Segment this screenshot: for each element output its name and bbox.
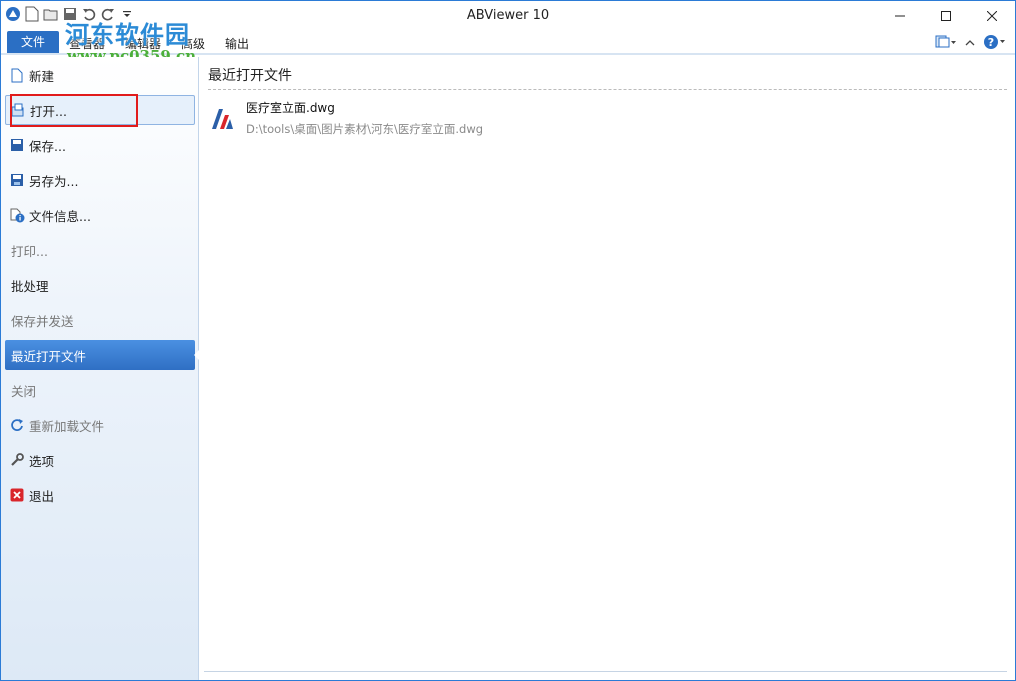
menu-open-label: 打开... xyxy=(30,103,67,119)
collapse-ribbon-icon[interactable] xyxy=(965,37,975,51)
redo-icon[interactable] xyxy=(100,6,116,22)
undo-icon[interactable] xyxy=(81,6,97,22)
open-folder-icon xyxy=(10,102,26,118)
menu-save-as-label: 另存为... xyxy=(29,173,79,189)
recent-files-pane: 最近打开文件 医疗室立面.dwg D:\tools\桌面\图片素材\河东\医疗室… xyxy=(200,57,1015,680)
recent-file-text: 医疗室立面.dwg D:\tools\桌面\图片素材\河东\医疗室立面.dwg xyxy=(246,97,483,137)
menu-print[interactable]: 打印... xyxy=(5,235,195,265)
recent-file-name: 医疗室立面.dwg xyxy=(246,101,335,115)
reload-icon xyxy=(9,417,25,433)
menu-open[interactable]: 打开... xyxy=(5,95,195,125)
menu-save-as[interactable]: 另存为... xyxy=(5,165,195,195)
menu-reload-label: 重新加载文件 xyxy=(29,418,105,434)
svg-text:?: ? xyxy=(988,36,994,49)
close-icon xyxy=(987,11,997,21)
tab-viewer[interactable]: 查看器 xyxy=(69,35,105,52)
open-folder-icon[interactable] xyxy=(43,6,59,22)
new-doc-icon[interactable] xyxy=(24,6,40,22)
menu-options[interactable]: 选项 xyxy=(5,445,195,475)
wrench-icon xyxy=(9,452,25,468)
maximize-icon xyxy=(941,11,951,21)
menu-save-and-send-label: 保存并发送 xyxy=(11,313,74,329)
qat-dropdown-icon[interactable] xyxy=(119,6,135,22)
menu-save-and-send[interactable]: 保存并发送 xyxy=(5,305,195,335)
app-window: ABViewer 10 文件 查看器 编辑器 高级 输出 ? 河东软件园 www… xyxy=(0,0,1016,681)
file-info-icon xyxy=(9,207,25,223)
help-icon[interactable]: ? xyxy=(983,34,1007,53)
save-icon[interactable] xyxy=(62,6,78,22)
menu-file-info-label: 文件信息... xyxy=(29,208,91,224)
close-button[interactable] xyxy=(969,1,1015,31)
minimize-button[interactable] xyxy=(877,1,923,31)
menu-reload[interactable]: 重新加载文件 xyxy=(5,410,195,440)
tab-file[interactable]: 文件 xyxy=(7,31,59,53)
save-icon xyxy=(9,137,25,153)
title-bar: ABViewer 10 xyxy=(1,1,1015,31)
tab-output[interactable]: 输出 xyxy=(225,35,249,52)
dwg-file-icon xyxy=(208,105,236,133)
window-controls xyxy=(877,1,1015,31)
recent-file-item[interactable]: 医疗室立面.dwg D:\tools\桌面\图片素材\河东\医疗室立面.dwg xyxy=(208,97,568,141)
tab-editor[interactable]: 编辑器 xyxy=(125,35,161,52)
window-title: ABViewer 10 xyxy=(466,8,550,23)
menu-file-info[interactable]: 文件信息... xyxy=(5,200,195,230)
menu-batch[interactable]: 批处理 xyxy=(5,270,195,300)
minimize-icon xyxy=(895,15,905,17)
pane-title: 最近打开文件 xyxy=(208,68,292,84)
new-doc-icon xyxy=(9,67,25,83)
menu-close-label: 关闭 xyxy=(11,383,37,399)
menu-exit[interactable]: 退出 xyxy=(5,480,195,510)
menu-recent-files[interactable]: 最近打开文件 xyxy=(5,340,201,370)
menu-recent-files-label: 最近打开文件 xyxy=(11,348,87,364)
save-as-icon xyxy=(9,172,25,188)
menu-close[interactable]: 关闭 xyxy=(5,375,195,405)
window-layout-icon[interactable] xyxy=(935,35,957,52)
ribbon-right-controls: ? xyxy=(935,34,1007,53)
menu-exit-label: 退出 xyxy=(29,488,55,504)
backstage-sidebar: 新建 打开... 保存... 另存为... 文件信息... 打印... 批处理 … xyxy=(1,57,201,680)
menu-save[interactable]: 保存... xyxy=(5,130,195,160)
menu-options-label: 选项 xyxy=(29,453,55,469)
title-separator xyxy=(208,89,1007,90)
recent-file-path: D:\tools\桌面\图片素材\河东\医疗室立面.dwg xyxy=(246,122,484,136)
bottom-separator xyxy=(204,671,1007,672)
exit-icon xyxy=(9,487,25,503)
tab-advanced[interactable]: 高级 xyxy=(181,35,205,52)
menu-save-label: 保存... xyxy=(29,138,66,154)
menu-print-label: 打印... xyxy=(11,243,48,259)
app-logo-icon[interactable] xyxy=(5,6,21,22)
menu-new[interactable]: 新建 xyxy=(5,60,195,90)
maximize-button[interactable] xyxy=(923,1,969,31)
quick-access-toolbar xyxy=(5,6,135,22)
menu-batch-label: 批处理 xyxy=(11,278,49,294)
ribbon-tab-bar: 文件 查看器 编辑器 高级 输出 ? xyxy=(1,31,1015,55)
menu-new-label: 新建 xyxy=(29,68,55,84)
